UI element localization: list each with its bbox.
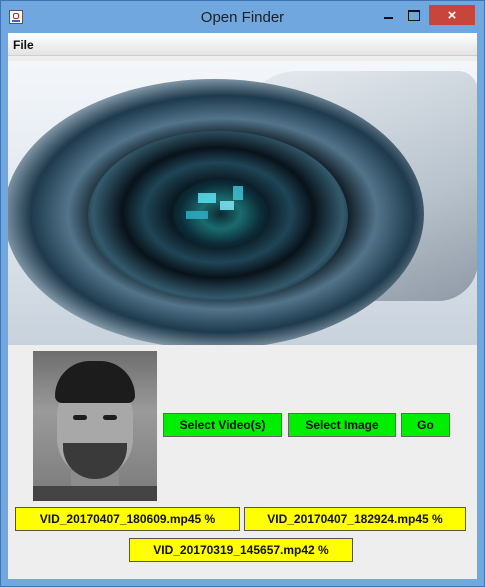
minimize-button[interactable] [375, 5, 401, 25]
lens-glint [186, 211, 208, 219]
video-file-chip[interactable]: VID_20170319_145657.mp4 2 % [129, 538, 353, 562]
maximize-button[interactable] [401, 5, 427, 25]
minimize-icon [383, 17, 393, 19]
photo-shirt [33, 486, 157, 501]
lens-glint [198, 193, 216, 203]
close-icon: × [447, 6, 457, 24]
content-pane: File Select Video(s) Select Image Go VID… [8, 33, 477, 579]
app-window: Open Finder × File Select Video(s) Selec… [0, 0, 485, 587]
video-file-progress: 5 % [422, 512, 443, 526]
selected-face-image [33, 351, 157, 501]
video-file-name: VID_20170319_145657.mp4 [153, 543, 309, 557]
select-image-button[interactable]: Select Image [288, 413, 396, 437]
video-file-progress: 5 % [194, 512, 216, 526]
video-file-chip[interactable]: VID_20170407_180609.mp4 5 % [15, 507, 240, 531]
title-bar[interactable]: Open Finder × [1, 1, 484, 33]
menu-file[interactable]: File [13, 38, 34, 52]
photo-hair [55, 361, 135, 403]
lens-glint [233, 186, 243, 200]
video-file-progress: 2 % [308, 543, 329, 557]
close-button[interactable]: × [429, 5, 475, 25]
select-videos-button[interactable]: Select Video(s) [163, 413, 282, 437]
go-button[interactable]: Go [401, 413, 450, 437]
video-file-name: VID_20170407_182924.mp4 [267, 512, 423, 526]
menu-bar: File [8, 33, 477, 56]
camera-lens-banner-image [8, 61, 477, 345]
photo-eye [103, 415, 117, 420]
video-file-name: VID_20170407_180609.mp4 [39, 512, 195, 526]
lens-glint [220, 201, 234, 210]
video-file-chip[interactable]: VID_20170407_182924.mp4 5 % [244, 507, 466, 531]
photo-eye [73, 415, 87, 420]
maximize-icon [408, 9, 420, 21]
